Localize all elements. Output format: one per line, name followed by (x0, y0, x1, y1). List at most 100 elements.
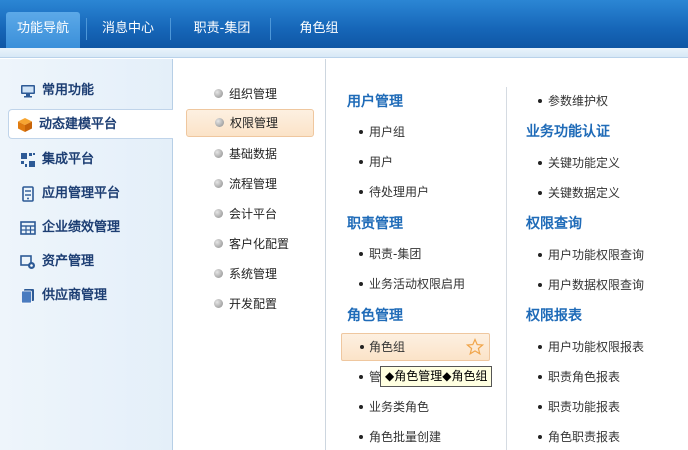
bullet-icon (538, 345, 542, 349)
link-label: 职责角色报表 (548, 370, 621, 384)
sidebar-item-label: 动态建模平台 (39, 117, 118, 132)
link-user-func-query[interactable]: 用户功能权限查询 (526, 241, 644, 269)
link-user-group[interactable]: 用户组 (347, 118, 405, 146)
sidebar-item-asset[interactable]: 资产管理 (0, 247, 173, 277)
table-icon (20, 221, 36, 235)
section-title-biz-auth: 业务功能认证 (526, 124, 610, 140)
tooltip: ◆角色管理◆角色组 (380, 366, 493, 387)
link-duty-func-report[interactable]: 职责功能报表 (526, 393, 620, 421)
link-label: 业务类角色 (369, 400, 430, 414)
tab-role-group[interactable]: 角色组 (284, 12, 354, 48)
sidebar-item-supplier[interactable]: 供应商管理 (0, 281, 173, 311)
link-biz-role[interactable]: 业务类角色 (347, 393, 429, 421)
bullet-icon (214, 149, 223, 158)
sidebar-item-label: 资产管理 (42, 254, 95, 269)
link-label: 用户 (369, 155, 394, 169)
tab-separator (270, 18, 271, 40)
bullet-icon (538, 161, 542, 165)
column-divider (506, 87, 507, 450)
link-user[interactable]: 用户 (347, 148, 393, 176)
sidebar-item-common[interactable]: 常用功能 (0, 76, 173, 106)
link-role-group[interactable]: 角色组 (341, 333, 490, 361)
link-label: 用户功能权限查询 (548, 248, 645, 262)
sidebar-item-app-management[interactable]: 应用管理平台 (0, 179, 173, 209)
bullet-icon (360, 345, 364, 349)
link-role-duty-report[interactable]: 角色职责报表 (526, 423, 620, 450)
tab-function-nav[interactable]: 功能导航 (6, 12, 80, 48)
link-param-perm[interactable]: 参数维护权 (526, 87, 608, 115)
bullet-icon (538, 435, 542, 439)
link-label: 待处理用户 (369, 185, 430, 199)
bullet-icon (359, 130, 363, 134)
submenu-item-label: 流程管理 (229, 177, 278, 191)
sidebar-item-label: 常用功能 (42, 83, 95, 98)
submenu-item-base-data[interactable]: 基础数据 (186, 140, 314, 168)
section-title-perm-report: 权限报表 (526, 308, 582, 324)
bullet-icon (214, 269, 223, 278)
submenu-item-label: 权限管理 (230, 116, 279, 130)
monitor-icon (21, 85, 35, 98)
sidebar-item-label: 企业绩效管理 (42, 220, 121, 235)
link-user-data-query[interactable]: 用户数据权限查询 (526, 271, 644, 299)
bullet-icon (359, 435, 363, 439)
server-icon (22, 186, 34, 202)
sidebar-item-integration[interactable]: 集成平台 (0, 145, 173, 175)
link-pending-user[interactable]: 待处理用户 (347, 178, 429, 206)
cube-icon (18, 118, 32, 132)
link-label: 角色职责报表 (548, 430, 621, 444)
bullet-icon (359, 160, 363, 164)
link-label: 参数维护权 (548, 94, 609, 108)
link-key-data[interactable]: 关键数据定义 (526, 179, 620, 207)
sidebar-item-performance[interactable]: 企业绩效管理 (0, 213, 173, 243)
grid-icon (21, 153, 35, 167)
submenu-item-dev-config[interactable]: 开发配置 (186, 290, 314, 318)
bullet-icon (215, 118, 224, 127)
bullet-icon (214, 89, 223, 98)
bullet-icon (214, 299, 223, 308)
link-label: 用户组 (369, 125, 406, 139)
submenu-item-system[interactable]: 系统管理 (186, 260, 314, 288)
bullet-icon (359, 375, 363, 379)
submenu-item-org[interactable]: 组织管理 (186, 80, 314, 108)
top-tab-bar: 功能导航 消息中心 职责-集团 角色组 (0, 0, 688, 58)
tab-separator (170, 18, 171, 40)
submenu-item-accounting[interactable]: 会计平台 (186, 200, 314, 228)
link-label: 用户数据权限查询 (548, 278, 645, 292)
link-label: 用户功能权限报表 (548, 340, 645, 354)
bullet-icon (538, 191, 542, 195)
submenu-item-workflow[interactable]: 流程管理 (186, 170, 314, 198)
bullet-icon (538, 253, 542, 257)
submenu-item-customization[interactable]: 客户化配置 (186, 230, 314, 258)
submenu-item-label: 会计平台 (229, 207, 278, 221)
link-label: 业务活动权限启用 (369, 277, 466, 291)
link-duty-group[interactable]: 职责-集团 (347, 240, 421, 268)
star-icon[interactable] (466, 338, 484, 356)
bullet-icon (214, 239, 223, 248)
top-strip (0, 48, 688, 58)
link-biz-activity-perm[interactable]: 业务活动权限启用 (347, 270, 465, 298)
bullet-icon (359, 405, 363, 409)
link-label: 角色组 (369, 340, 406, 354)
sidebar-item-dynamic-modeling[interactable]: 动态建模平台 (8, 109, 174, 139)
link-user-func-report[interactable]: 用户功能权限报表 (526, 333, 644, 361)
bullet-icon (359, 190, 363, 194)
tab-duty-group[interactable]: 职责-集团 (182, 12, 262, 48)
submenu-item-permission[interactable]: 权限管理 (186, 109, 314, 137)
link-role-batch-create[interactable]: 角色批量创建 (347, 423, 441, 450)
link-duty-role-report[interactable]: 职责角色报表 (526, 363, 620, 391)
tab-message-center[interactable]: 消息中心 (92, 12, 164, 48)
sidebar: 常用功能 动态建模平台 集成平台 应用管理平台 企业绩效管理 资产管理 供应商管… (0, 59, 174, 450)
link-key-function[interactable]: 关键功能定义 (526, 149, 620, 177)
tab-separator (86, 18, 87, 40)
section-title-duty-mgmt: 职责管理 (347, 216, 403, 232)
bullet-icon (359, 282, 363, 286)
link-label: 关键数据定义 (548, 186, 621, 200)
bullet-icon (538, 99, 542, 103)
link-label: 职责功能报表 (548, 400, 621, 414)
submenu-item-label: 系统管理 (229, 267, 278, 281)
submenu-item-label: 组织管理 (229, 87, 278, 101)
sidebar-item-label: 应用管理平台 (42, 186, 121, 201)
link-label: 职责-集团 (369, 247, 422, 261)
link-role-mgmt[interactable]: 管 (347, 363, 381, 391)
submenu-column: 组织管理 权限管理 基础数据 流程管理 会计平台 客户化配置 系统管理 开发配置 (173, 59, 326, 450)
